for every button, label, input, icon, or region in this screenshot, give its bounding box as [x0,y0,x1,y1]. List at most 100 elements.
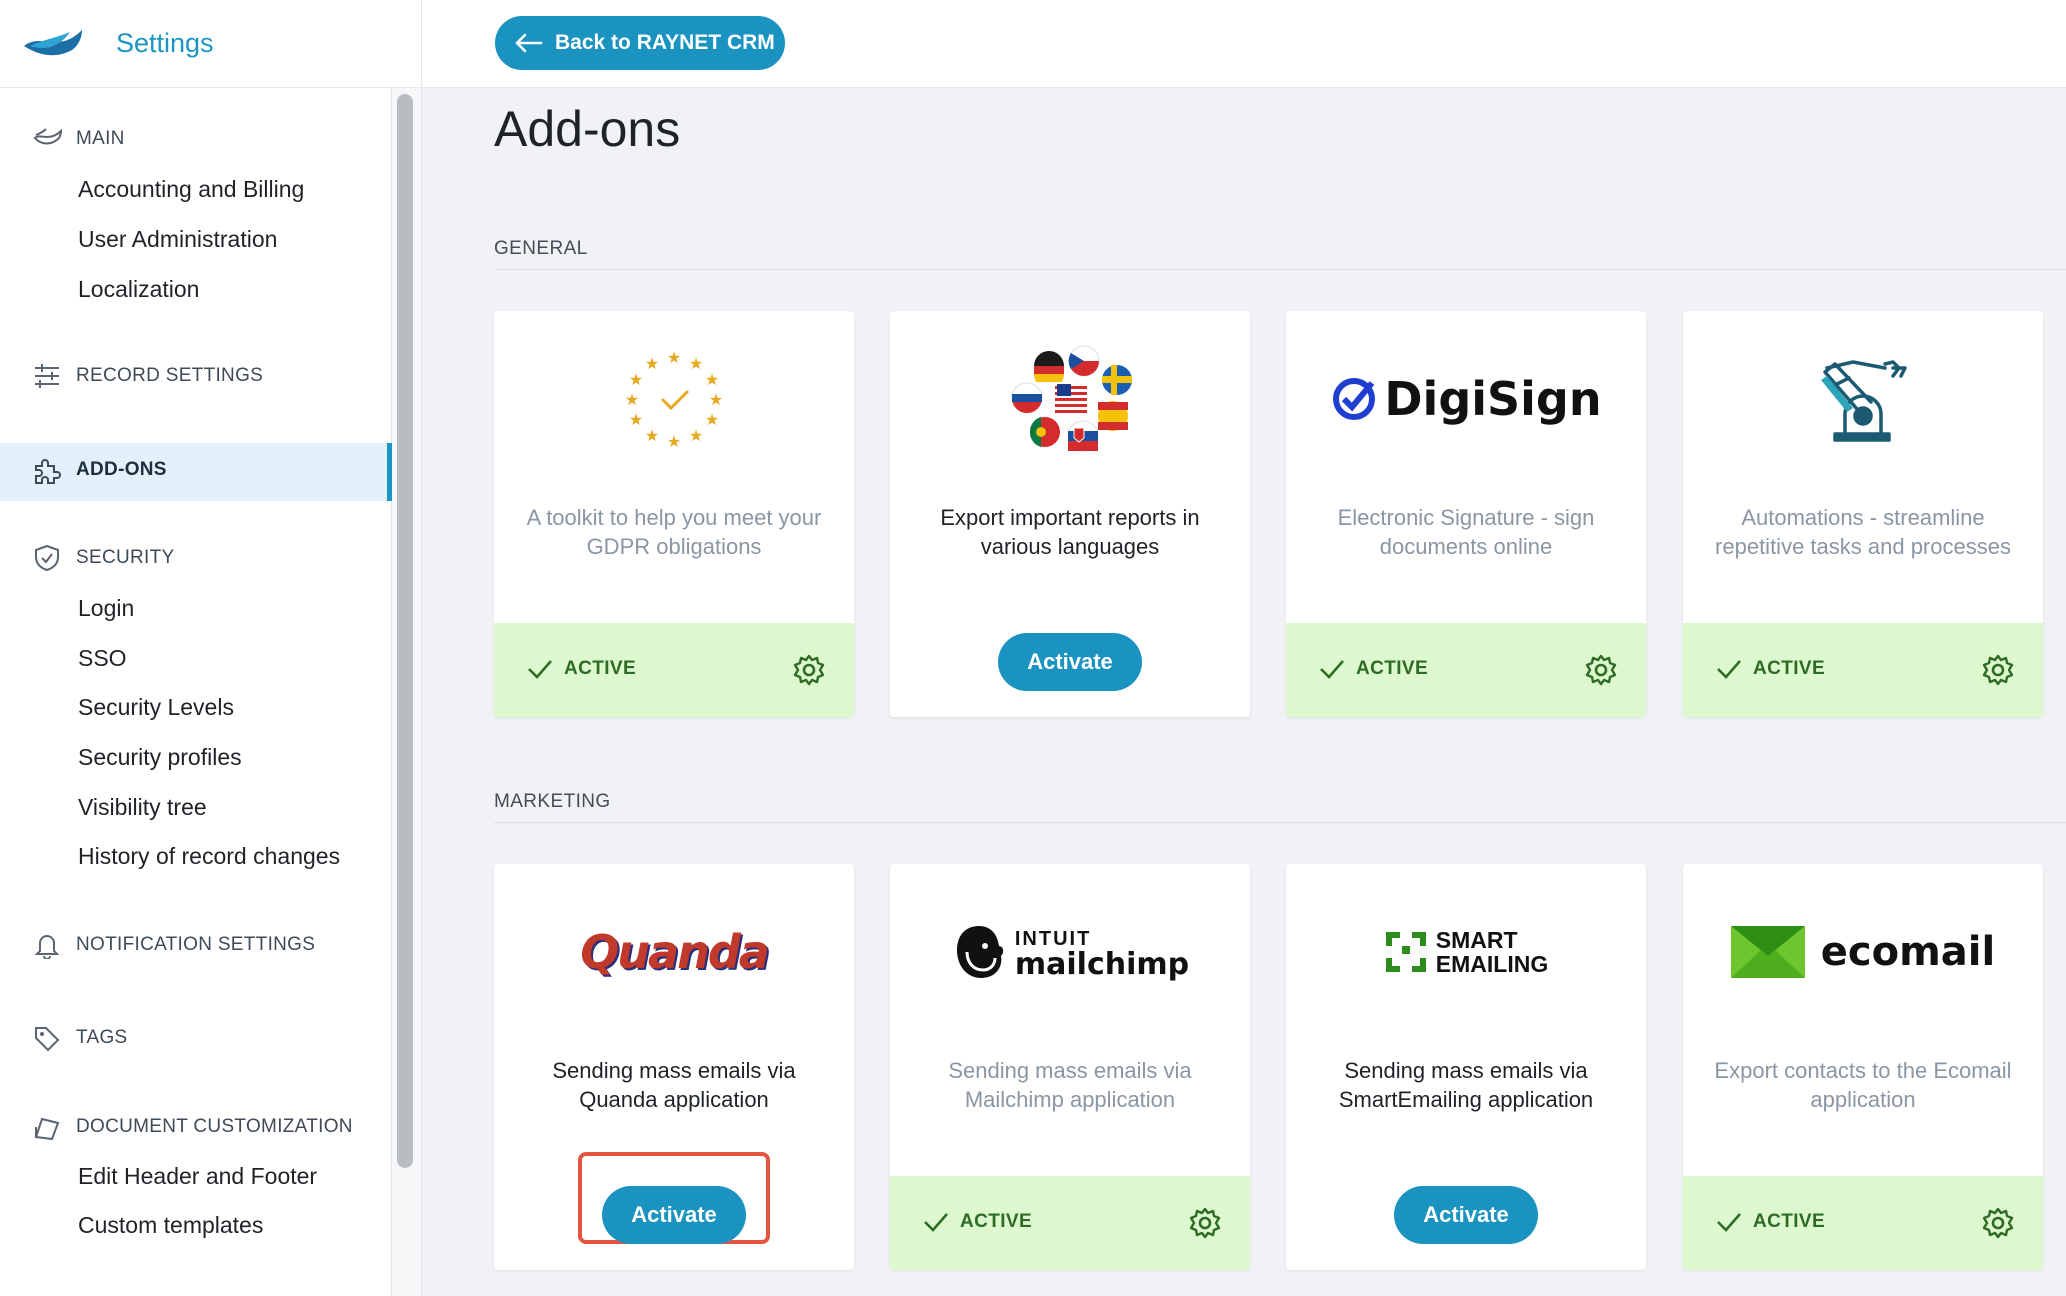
eu-stars-check-icon: ★ ★ ★ ★ ★ ★ ★ ★ ★ ★ ★ ★ [625,349,723,449]
addon-card-automations[interactable]: Automations - streamline repetitive task… [1683,311,2043,717]
robot-arm-icon [1821,360,1907,442]
nav-record-settings-label: RECORD SETTINGS [76,365,264,386]
nav-main[interactable]: MAIN [30,124,125,154]
nav-record-settings[interactable]: RECORD SETTINGS [30,361,263,391]
addon-description: A toolkit to help you meet your GDPR obl… [526,505,822,559]
nav-login[interactable]: Login [78,595,134,622]
ecomail-logo: ecomail [1730,926,1996,978]
digisign-wordmark: DigiSign [1384,372,1602,426]
check-icon [1717,1213,1741,1232]
svg-text:★: ★ [705,370,719,389]
nav-security-levels[interactable]: Security Levels [78,694,234,721]
addon-card-mailchimp[interactable]: INTUIT mailchimp Sending mass emails via… [890,864,1250,1270]
section-marketing-label: MARKETING [494,791,611,812]
mailchimp-freddie-icon [956,926,1004,978]
nav-notification-settings[interactable]: NOTIFICATION SETTINGS [30,930,315,960]
addon-card-quanda[interactable]: Quanda Sending mass emails via Quanda ap… [494,864,854,1270]
ecomail-wordmark: ecomail [1820,929,1996,975]
gear-icon[interactable] [792,653,826,687]
nav-tags[interactable]: TAGS [30,1023,128,1053]
svg-text:★: ★ [645,354,659,373]
section-divider [494,822,2066,823]
addon-active-footer: ACTIVE [890,1176,1250,1270]
addon-card-gdpr[interactable]: ★ ★ ★ ★ ★ ★ ★ ★ ★ ★ ★ ★ A toolkit to hel… [494,311,854,717]
arrow-left-icon [515,33,543,53]
page-title: Add-ons [494,101,681,157]
addon-description: Electronic Signature - sign documents on… [1337,505,1595,559]
nav-main-label: MAIN [76,128,125,149]
active-status: ACTIVE [1753,1211,1826,1232]
nav-security[interactable]: SECURITY [30,543,174,573]
addon-description: Sending mass emails via SmartEmailing ap… [1338,1058,1594,1112]
nav-visibility-tree[interactable]: Visibility tree [78,794,207,821]
svg-text:★: ★ [709,390,723,409]
digisign-check-icon [1333,378,1376,420]
gear-icon[interactable] [1584,653,1618,687]
active-status: ACTIVE [564,658,637,679]
addon-active-footer: ACTIVE [1683,1176,2043,1270]
sidebar-title: Settings [116,28,214,58]
activate-button[interactable]: Activate [998,633,1142,691]
settings-sidebar: Settings MAIN Accounting and Billing Use… [0,0,422,1296]
activate-button[interactable]: Activate [1394,1186,1538,1244]
svg-text:★: ★ [705,410,719,429]
mailchimp-logo: INTUIT mailchimp [951,922,1189,982]
raynet-logo[interactable] [22,24,84,64]
addon-card-digisign[interactable]: DigiSign Electronic Signature - sign doc… [1286,311,1646,717]
svg-text:★: ★ [629,370,643,389]
mailchimp-wordmark: mailchimp [1014,947,1190,982]
addon-active-footer: ACTIVE [1286,623,1646,717]
back-to-crm-button[interactable]: Back to RAYNET CRM [495,16,785,70]
nav-notification-settings-label: NOTIFICATION SETTINGS [76,934,316,955]
nav-add-ons-label: ADD-ONS [76,459,167,480]
nav-add-ons[interactable]: ADD-ONS [30,455,167,485]
digisign-logo: DigiSign [1330,372,1602,426]
nav-edit-header-footer[interactable]: Edit Header and Footer [78,1163,317,1190]
addon-description: Automations - streamline repetitive task… [1715,505,2011,559]
sliders-icon [30,361,64,391]
active-status: ACTIVE [1753,658,1826,679]
nav-localization[interactable]: Localization [78,276,199,303]
quanda-logo: Quanda [580,925,770,979]
raynet-fish-icon [30,124,64,154]
shield-icon [30,543,64,573]
svg-text:★: ★ [667,349,681,367]
svg-text:★: ★ [645,426,659,445]
addon-card-languages[interactable]: Export important reports in various lang… [890,311,1250,717]
smartemailing-smart-text: SMART [1435,927,1518,953]
puzzle-icon [30,455,64,485]
ecomail-envelope-icon [1730,926,1805,978]
nav-accounting-billing[interactable]: Accounting and Billing [78,176,304,203]
gear-icon[interactable] [1981,1206,2015,1240]
nav-security-profiles[interactable]: Security profiles [78,744,242,771]
addon-active-footer: ACTIVE [1683,623,2043,717]
check-icon [1717,660,1741,679]
check-icon [924,1213,948,1232]
addon-description: Export important reports in various lang… [940,505,1200,559]
nav-sso[interactable]: SSO [78,645,127,672]
document-icon [30,1112,64,1142]
addon-description: Sending mass emails via Mailchimp applic… [948,1058,1192,1112]
sidebar-header: Settings [0,0,421,88]
top-bar: Back to RAYNET CRM [422,0,2066,88]
activate-button[interactable]: Activate [602,1186,746,1244]
svg-text:★: ★ [629,410,643,429]
addon-card-smartemailing[interactable]: SMART EMAILING Sending mass emails via S… [1286,864,1646,1270]
gear-icon[interactable] [1188,1206,1222,1240]
addon-card-ecomail[interactable]: ecomail Export contacts to the Ecomail a… [1683,864,2043,1270]
check-icon [528,660,552,679]
smartemailing-bracket-icon [1385,932,1426,972]
active-status: ACTIVE [960,1211,1033,1232]
nav-document-customization[interactable]: DOCUMENT CUSTOMIZATION [30,1112,353,1142]
bell-icon [30,930,64,960]
gear-icon[interactable] [1981,653,2015,687]
nav-document-customization-label: DOCUMENT CUSTOMIZATION [76,1116,353,1137]
nav-user-administration[interactable]: User Administration [78,226,277,253]
section-general-label: GENERAL [494,238,588,259]
smartemailing-logo: SMART EMAILING [1384,928,1548,976]
sidebar-scrollbar-thumb[interactable] [397,94,413,1168]
svg-text:★: ★ [625,390,639,409]
nav-custom-templates[interactable]: Custom templates [78,1212,263,1239]
nav-history-record-changes[interactable]: History of record changes [78,843,340,870]
smartemailing-emailing-text: EMAILING [1435,951,1549,977]
